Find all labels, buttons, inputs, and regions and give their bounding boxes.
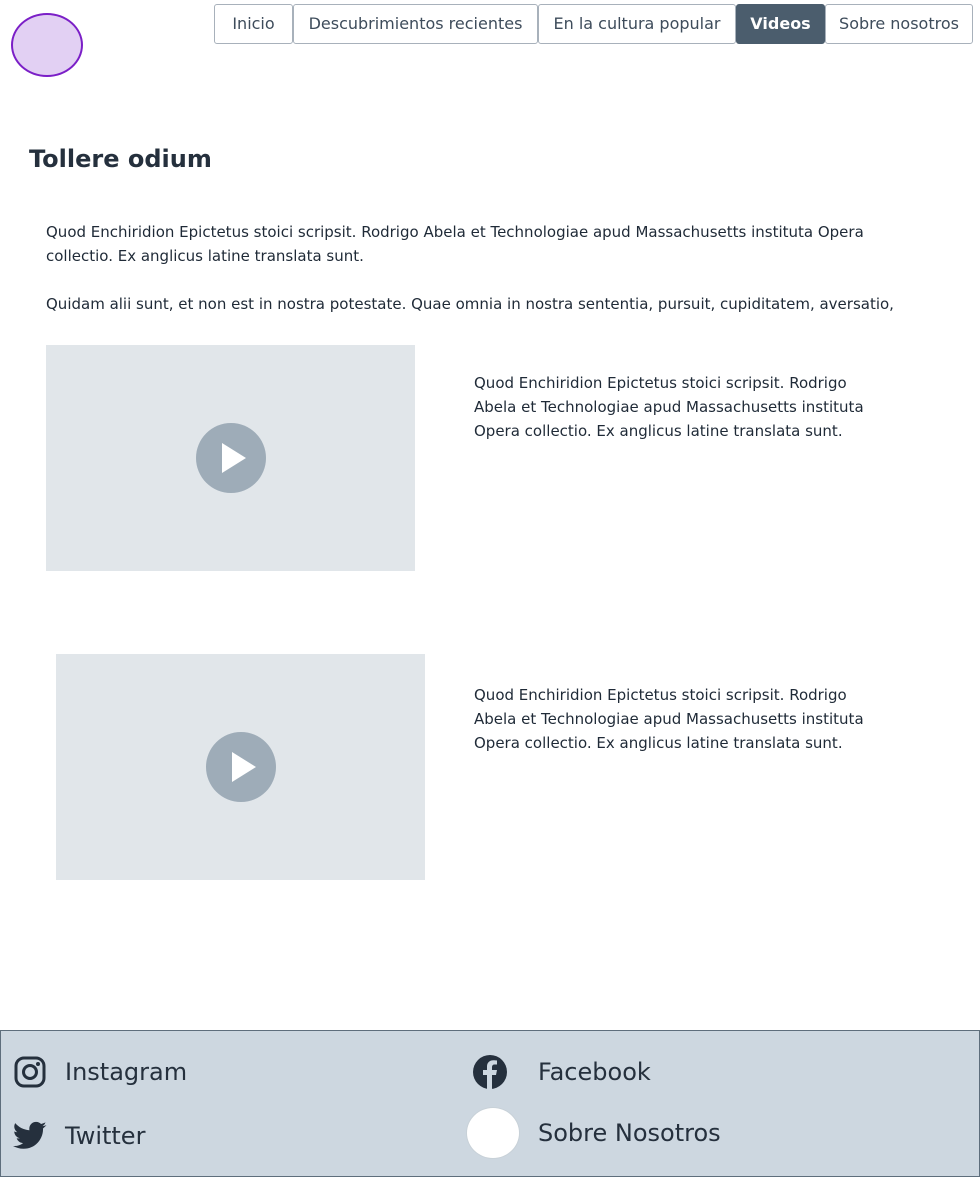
page-title: Tollere odium [29, 145, 212, 173]
nav-sobre-nosotros[interactable]: Sobre nosotros [825, 4, 973, 44]
footer-link-label: Instagram [65, 1058, 188, 1086]
about-icon [466, 1107, 520, 1159]
footer-link-label: Facebook [538, 1058, 651, 1086]
intro-paragraph: Quidam alii sunt, et non est in nostra p… [46, 295, 894, 313]
footer-about-link[interactable]: Sobre Nosotros [466, 1107, 721, 1159]
footer-link-label: Sobre Nosotros [538, 1119, 721, 1147]
site-logo[interactable] [11, 13, 83, 77]
video-player[interactable] [56, 654, 425, 880]
video-description: Quod Enchiridion Epictetus stoici scrips… [474, 374, 864, 440]
footer-twitter-link[interactable]: Twitter [13, 1119, 145, 1153]
nav-descubrimientos-recientes[interactable]: Descubrimientos recientes [293, 4, 538, 44]
nav-videos[interactable]: Videos [736, 4, 825, 44]
twitter-icon [13, 1119, 47, 1153]
instagram-icon [13, 1055, 47, 1089]
nav-inicio[interactable]: Inicio [214, 4, 293, 44]
play-icon[interactable] [205, 732, 276, 802]
video-description: Quod Enchiridion Epictetus stoici scrips… [474, 686, 864, 752]
footer-instagram-link[interactable]: Instagram [13, 1055, 187, 1089]
video-player[interactable] [46, 345, 415, 571]
intro-text: Quod Enchiridion Epictetus stoici scrips… [46, 220, 926, 340]
footer-facebook-link[interactable]: Facebook [473, 1055, 651, 1089]
facebook-icon [473, 1055, 507, 1089]
nav-en-la-cultura-popular[interactable]: En la cultura popular [538, 4, 736, 44]
footer: Instagram Facebook Twitter Sobre Nosotro… [0, 1030, 980, 1177]
play-icon[interactable] [195, 423, 266, 493]
intro-paragraph: Quod Enchiridion Epictetus stoici scrips… [46, 223, 864, 265]
footer-link-label: Twitter [65, 1122, 146, 1150]
